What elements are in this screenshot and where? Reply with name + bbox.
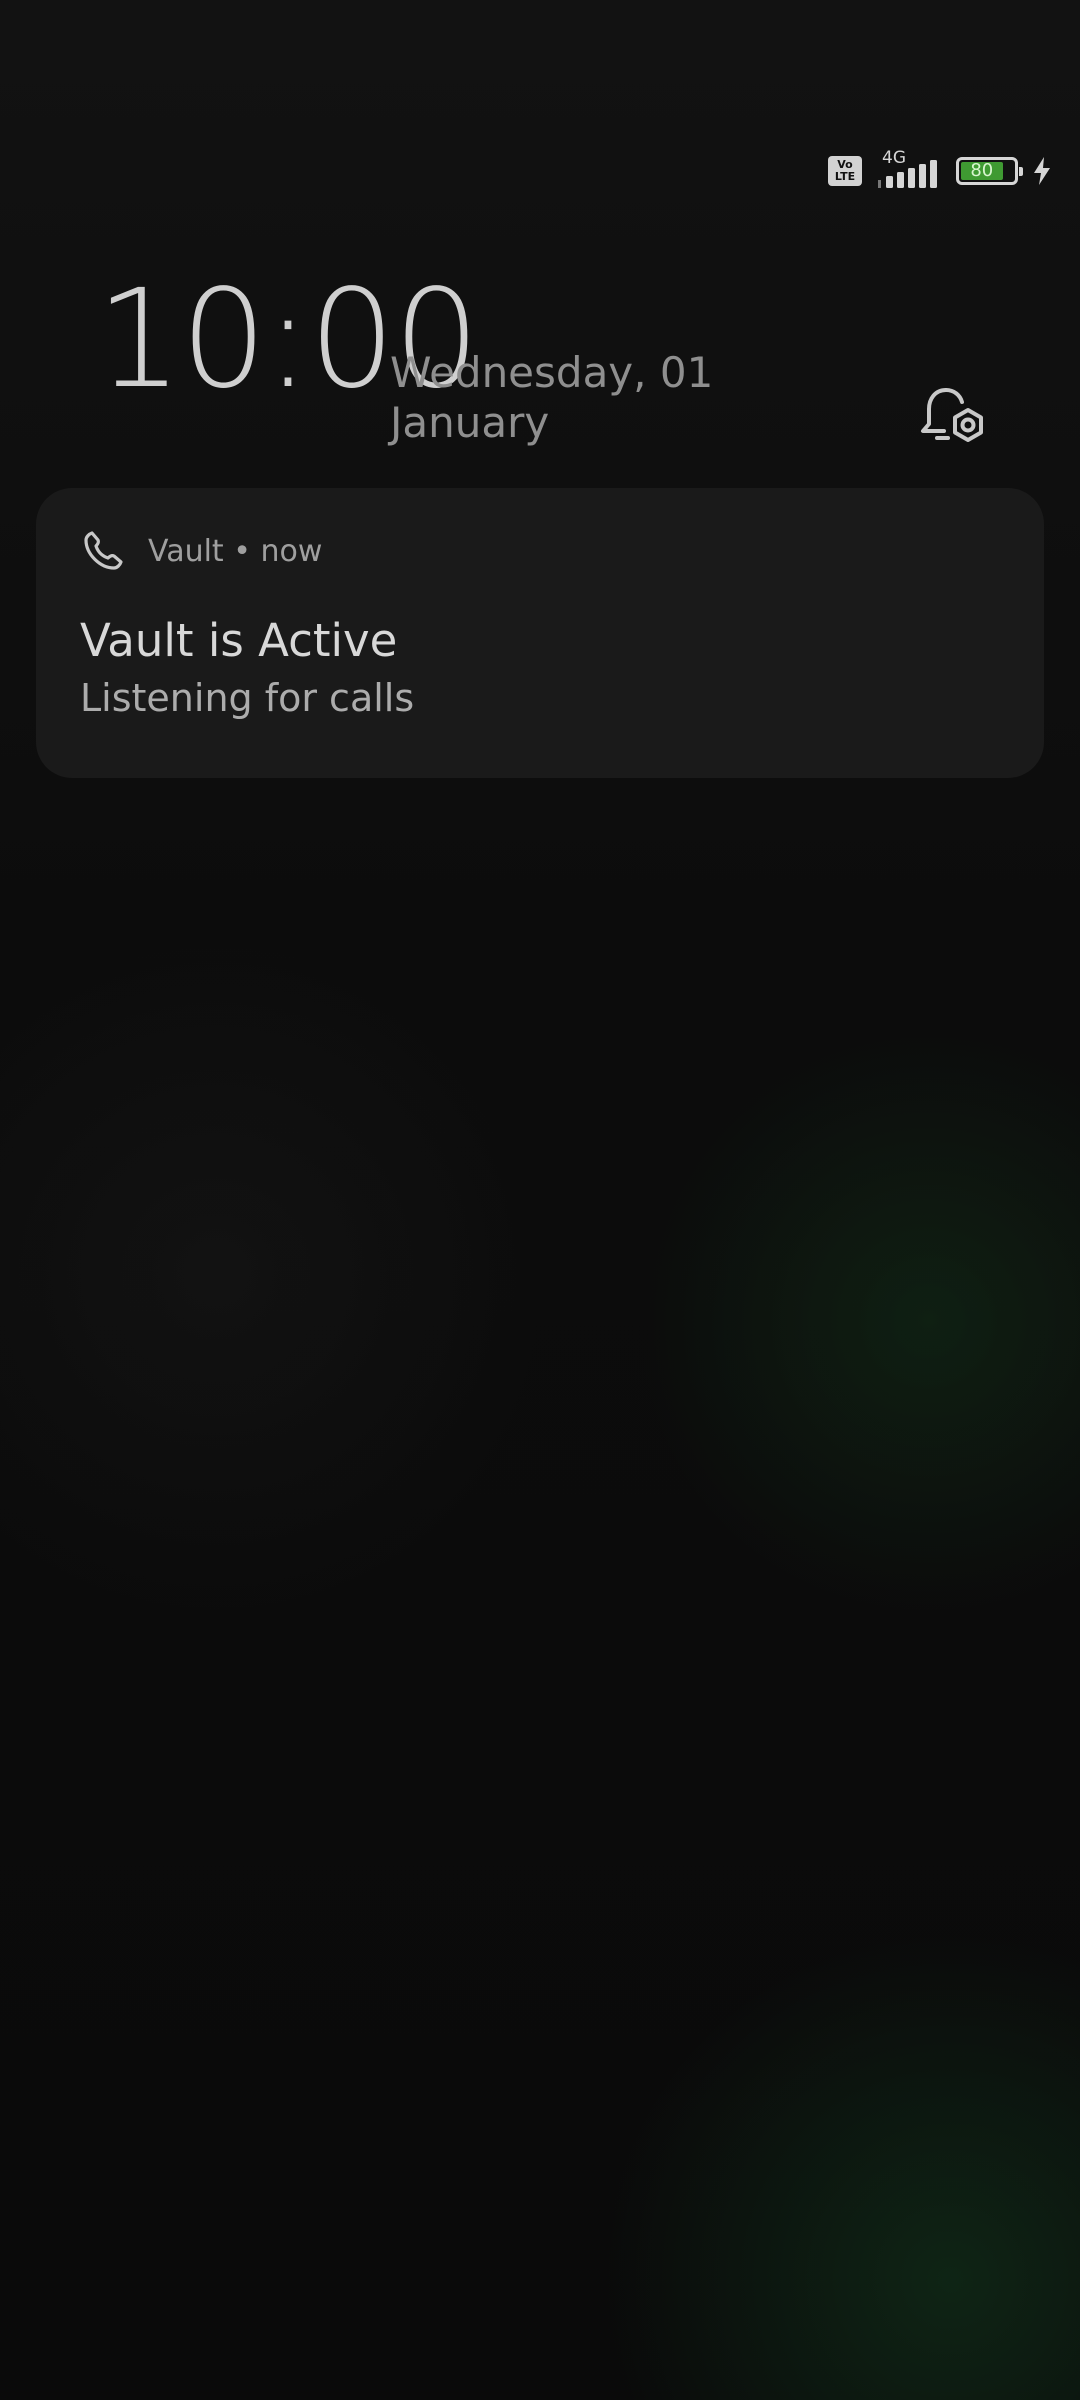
volte-badge: Vo LTE: [828, 156, 862, 186]
notification-separator: •: [233, 533, 251, 569]
phone-icon: [84, 531, 123, 570]
notification-body: Listening for calls: [80, 676, 415, 720]
lockscreen-date: Wednesday, 01 January: [390, 348, 720, 448]
date-line-1: Wednesday, 01: [390, 348, 714, 397]
charging-bolt-icon: [1034, 157, 1050, 185]
battery-icon: 80: [956, 157, 1023, 185]
date-line-2: January: [390, 398, 550, 447]
signal-indicator: 4G: [876, 148, 942, 192]
bell-settings-icon[interactable]: [918, 382, 988, 452]
notification-card[interactable]: Vault • now Vault is Active Listening fo…: [36, 488, 1044, 778]
notification-title: Vault is Active: [80, 614, 398, 667]
status-bar: Vo LTE 4G 80: [828, 148, 1052, 192]
notification-app-name: Vault: [148, 533, 224, 569]
notification-header: Vault • now: [80, 528, 322, 574]
notification-meta: Vault • now: [148, 534, 322, 569]
volte-bottom-label: LTE: [834, 170, 856, 183]
signal-bars-icon: [878, 160, 937, 188]
notification-time: now: [260, 533, 323, 569]
battery-level: 80: [961, 162, 1003, 180]
